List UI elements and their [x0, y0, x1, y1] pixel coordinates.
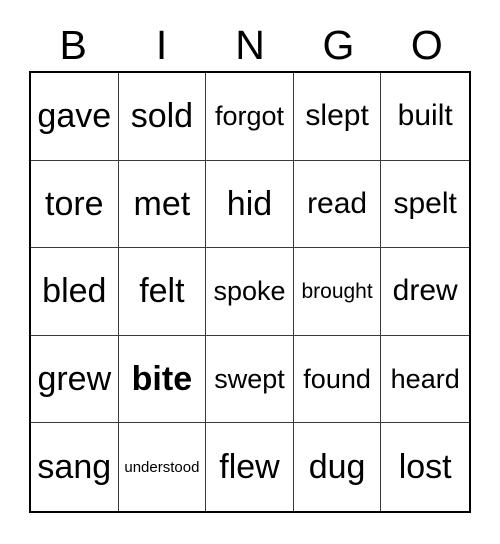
bingo-cell-label: heard: [390, 363, 460, 394]
bingo-cell[interactable]: drew: [381, 248, 469, 336]
bingo-cell[interactable]: gave: [31, 73, 119, 161]
bingo-cell[interactable]: built: [381, 73, 469, 161]
bingo-cell[interactable]: flew: [206, 423, 294, 511]
bingo-cell-label: hid: [226, 184, 273, 223]
bingo-cell-label: gave: [37, 97, 112, 136]
bingo-card: B I N G O gave sold forgot slept built tore met hid…: [0, 0, 500, 544]
bingo-cell-label: met: [133, 184, 191, 223]
bingo-cell[interactable]: met: [118, 160, 207, 249]
bingo-cell[interactable]: sold: [118, 73, 207, 161]
bingo-cell-label: slept: [305, 99, 369, 133]
bingo-cell[interactable]: heard: [381, 335, 469, 424]
bingo-header-letter: O: [410, 22, 443, 68]
bingo-cell-label: swept: [214, 363, 285, 394]
bingo-cell[interactable]: spoke: [206, 248, 294, 336]
bingo-cell-label: sang: [37, 448, 112, 487]
bingo-cell[interactable]: sang: [31, 423, 119, 511]
bingo-grid: gave sold forgot slept built tore met hid read sp…: [29, 71, 471, 513]
bingo-cell[interactable]: lost: [381, 423, 469, 511]
bingo-cell[interactable]: hid: [206, 160, 294, 249]
bingo-header-letter: G: [322, 22, 355, 68]
bingo-header-letter: N: [235, 22, 265, 68]
bingo-cell-label: lost: [398, 448, 452, 487]
bingo-cell-label: felt: [139, 272, 185, 311]
bingo-cell[interactable]: bled: [31, 248, 119, 336]
bingo-cell-label: tore: [45, 184, 104, 223]
bingo-cell[interactable]: found: [293, 335, 382, 424]
bingo-cell-label: understood: [124, 458, 200, 476]
bingo-cell-label: read: [307, 186, 368, 220]
bingo-header-letter: B: [59, 22, 87, 68]
bingo-cell[interactable]: forgot: [206, 73, 294, 161]
bingo-header-row: BINGO: [29, 20, 471, 71]
bingo-cell[interactable]: swept: [206, 335, 294, 424]
bingo-cell-label: flew: [219, 448, 280, 487]
bingo-cell-label: forgot: [214, 100, 285, 131]
bingo-cell-label: brought: [301, 279, 373, 303]
bingo-cell[interactable]: slept: [293, 73, 382, 161]
bingo-cell-label: sold: [130, 97, 194, 136]
bingo-cell[interactable]: read: [293, 160, 382, 249]
bingo-cell-label: built: [397, 99, 453, 133]
bingo-cell-label: drew: [392, 274, 458, 308]
bingo-cell[interactable]: felt: [118, 248, 207, 336]
bingo-cell-label: grew: [37, 360, 112, 399]
bingo-cell[interactable]: spelt: [381, 160, 469, 249]
bingo-cell-label: bled: [42, 272, 107, 311]
bingo-cell-label: dug: [308, 448, 366, 487]
bingo-cell-label: found: [303, 363, 371, 394]
bingo-cell[interactable]: tore: [31, 160, 119, 249]
bingo-cell-free-space[interactable]: bite: [118, 335, 207, 424]
bingo-cell-label: spelt: [393, 186, 457, 220]
bingo-cell[interactable]: brought: [293, 248, 382, 336]
bingo-cell-label: spoke: [213, 275, 286, 306]
bingo-cell-label: bite: [131, 360, 193, 399]
bingo-cell[interactable]: grew: [31, 335, 119, 424]
bingo-header-letter: I: [155, 22, 168, 68]
bingo-cell[interactable]: understood: [118, 423, 207, 511]
bingo-cell[interactable]: dug: [293, 423, 382, 511]
